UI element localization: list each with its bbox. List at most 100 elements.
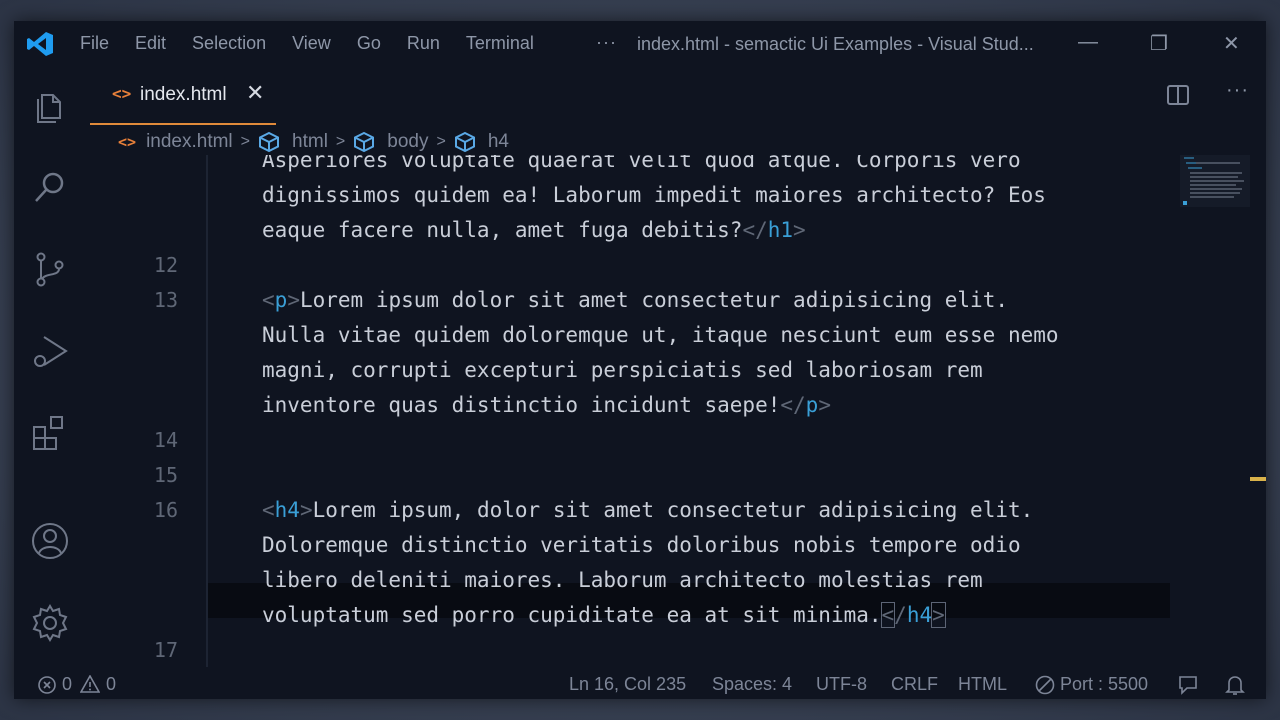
tab-label: index.html bbox=[140, 84, 227, 105]
tab-bar: <> index.html ✕ ··· bbox=[86, 67, 1266, 125]
code-text: Asperiores voluptate quaerat velit quod … bbox=[262, 155, 1021, 172]
bell-icon[interactable] bbox=[1225, 674, 1245, 696]
menu-bar: File Edit Selection View Go Run Terminal bbox=[80, 33, 560, 54]
code-text: Doloremque distinctio veritatis doloribu… bbox=[262, 533, 1021, 557]
code-text: libero deleniti maiores. Laborum archite… bbox=[262, 568, 983, 592]
code-text: magni, corrupti excepturi perspiciatis s… bbox=[262, 358, 983, 382]
error-count[interactable]: 0 bbox=[62, 674, 72, 695]
indent-guide bbox=[206, 155, 208, 667]
menu-view[interactable]: View bbox=[292, 33, 331, 54]
tag-bracket: < bbox=[262, 288, 275, 312]
window-title: index.html - semactic Ui Examples - Visu… bbox=[637, 34, 1034, 54]
code-text: eaque facere nulla, amet fuga debitis? bbox=[262, 218, 743, 242]
code-line[interactable]: Asperiores voluptate quaerat velit quod … bbox=[262, 155, 1021, 178]
code-line[interactable]: inventore quas distinctio incidunt saepe… bbox=[262, 388, 831, 423]
source-control-icon[interactable] bbox=[30, 249, 70, 289]
html-tag-name: h1 bbox=[767, 218, 794, 242]
breadcrumb-html-label: html bbox=[292, 131, 328, 152]
screen-frame: File Edit Selection View Go Run Terminal… bbox=[0, 0, 1280, 720]
code-text: voluptatum sed porro cupiditate ea at si… bbox=[262, 603, 882, 627]
restore-button[interactable]: ❐ bbox=[1150, 31, 1168, 56]
editor-more-actions-button[interactable]: ··· bbox=[1226, 79, 1249, 102]
breadcrumb-separator: > bbox=[240, 133, 251, 150]
code-line[interactable]: <h4>Lorem ipsum, dolor sit amet consecte… bbox=[262, 493, 1033, 528]
code-line[interactable]: libero deleniti maiores. Laborum archite… bbox=[262, 563, 983, 598]
breadcrumb-h4-label: h4 bbox=[487, 131, 509, 152]
tag-bracket: </ bbox=[780, 393, 806, 417]
run-debug-icon[interactable] bbox=[30, 331, 70, 371]
menu-edit[interactable]: Edit bbox=[135, 33, 166, 54]
html-tag-name: h4 bbox=[274, 498, 300, 522]
extensions-icon[interactable] bbox=[30, 413, 70, 453]
tag-bracket: > bbox=[299, 498, 313, 522]
menu-selection[interactable]: Selection bbox=[192, 33, 266, 54]
html-tag-name: p bbox=[805, 393, 819, 417]
tag-bracket: > bbox=[287, 288, 300, 312]
explorer-icon[interactable] bbox=[30, 85, 70, 125]
live-server-port[interactable]: Port : 5500 bbox=[1060, 674, 1148, 695]
tag-bracket: < bbox=[880, 602, 896, 628]
code-line[interactable]: Doloremque distinctio veritatis doloribu… bbox=[262, 528, 1021, 563]
code-text: Lorem ipsum, dolor sit amet consectetur … bbox=[312, 498, 1034, 522]
line-number: 12 bbox=[153, 253, 178, 277]
code-text: dignissimos quidem ea! Laborum impedit m… bbox=[262, 183, 1046, 207]
vscode-logo-icon bbox=[27, 32, 53, 56]
feedback-icon[interactable] bbox=[1177, 674, 1199, 696]
split-editor-icon[interactable] bbox=[1166, 83, 1190, 107]
menu-file[interactable]: File bbox=[80, 33, 109, 54]
element-cube-icon bbox=[259, 131, 280, 153]
cursor-position[interactable]: Ln 16, Col 235 bbox=[569, 674, 686, 695]
breadcrumb-separator: > bbox=[436, 133, 446, 150]
breadcrumb-body[interactable]: body bbox=[353, 131, 428, 153]
code-line[interactable]: dignissimos quidem ea! Laborum impedit m… bbox=[262, 178, 1046, 213]
breadcrumb-body-label: body bbox=[387, 131, 429, 152]
breadcrumb-html[interactable]: html bbox=[258, 131, 328, 153]
code-line[interactable]: eaque facere nulla, amet fuga debitis?</… bbox=[262, 213, 806, 248]
indentation[interactable]: Spaces: 4 bbox=[712, 674, 792, 695]
vscode-window: File Edit Selection View Go Run Terminal… bbox=[14, 21, 1266, 699]
html-file-icon: <> bbox=[118, 133, 137, 151]
scrollbar-cursor-marker bbox=[1250, 477, 1266, 481]
encoding[interactable]: UTF-8 bbox=[816, 674, 867, 695]
line-number: 13 bbox=[153, 288, 178, 312]
menu-go[interactable]: Go bbox=[357, 33, 381, 54]
title-bar: File Edit Selection View Go Run Terminal… bbox=[14, 21, 1266, 67]
tag-bracket: / bbox=[894, 603, 907, 627]
tab-index-html[interactable]: <> index.html ✕ bbox=[90, 67, 276, 125]
element-cube-icon bbox=[454, 131, 475, 153]
warning-icon[interactable] bbox=[80, 675, 100, 693]
code-editor[interactable]: Asperiores voluptate quaerat velit quod … bbox=[86, 155, 1266, 667]
menu-run[interactable]: Run bbox=[407, 33, 440, 54]
warning-count[interactable]: 0 bbox=[106, 674, 116, 695]
tag-bracket: < bbox=[262, 498, 275, 522]
html-tag-name: h4 bbox=[906, 603, 933, 627]
search-icon[interactable] bbox=[30, 167, 70, 207]
minimize-button[interactable]: — bbox=[1078, 31, 1098, 54]
code-line[interactable]: magni, corrupti excepturi perspiciatis s… bbox=[262, 353, 983, 388]
menu-more-button[interactable]: ··· bbox=[596, 32, 617, 53]
settings-gear-icon[interactable] bbox=[30, 603, 70, 643]
line-number: 17 bbox=[153, 638, 178, 662]
end-of-line[interactable]: CRLF bbox=[891, 674, 938, 695]
breadcrumb-h4[interactable]: h4 bbox=[454, 131, 509, 153]
breadcrumb-file[interactable]: <> index.html bbox=[118, 131, 233, 153]
menu-terminal[interactable]: Terminal bbox=[466, 33, 534, 54]
minimap[interactable] bbox=[1180, 155, 1250, 215]
code-text: Nulla vitae quidem doloremque ut, itaque… bbox=[262, 323, 1059, 347]
code-line[interactable]: <p>Lorem ipsum dolor sit amet consectetu… bbox=[262, 283, 1008, 318]
status-bar: 0 0 Ln 16, Col 235 Spaces: 4 UTF-8 CRLF … bbox=[14, 669, 1266, 699]
code-text: inventore quas distinctio incidunt saepe… bbox=[262, 393, 781, 417]
line-number: 15 bbox=[153, 463, 178, 487]
html-file-icon: <> bbox=[112, 84, 132, 103]
tab-close-button[interactable]: ✕ bbox=[246, 80, 264, 106]
activity-bar bbox=[14, 67, 86, 669]
close-window-button[interactable]: ✕ bbox=[1223, 31, 1240, 56]
account-icon[interactable] bbox=[30, 521, 70, 561]
language-mode[interactable]: HTML bbox=[958, 674, 1007, 695]
error-icon[interactable] bbox=[38, 676, 56, 694]
port-icon bbox=[1035, 675, 1055, 695]
tag-bracket: > bbox=[793, 218, 806, 242]
code-line[interactable]: voluptatum sed porro cupiditate ea at si… bbox=[262, 598, 946, 633]
code-line[interactable]: Nulla vitae quidem doloremque ut, itaque… bbox=[262, 318, 1059, 353]
tag-bracket: > bbox=[931, 602, 946, 628]
